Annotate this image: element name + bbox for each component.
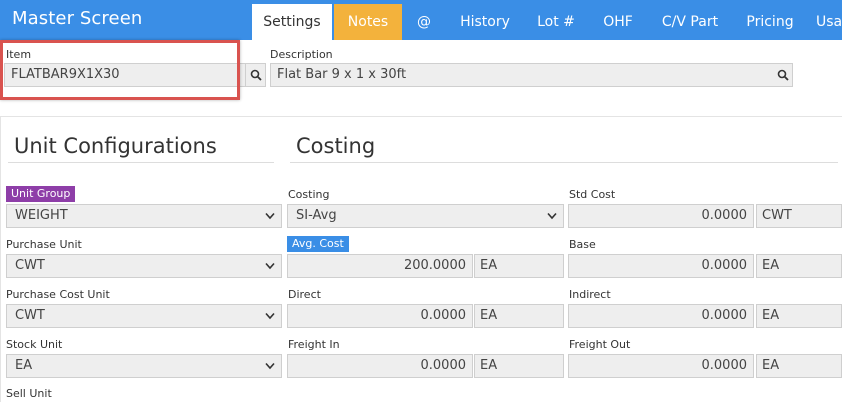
- chevron-down-icon: [265, 262, 275, 270]
- freight-out-input[interactable]: 0.0000: [568, 354, 754, 378]
- tab-cv-part[interactable]: C/V Part: [652, 4, 728, 40]
- freight-out-unit: EA: [756, 354, 842, 378]
- description-label: Description: [270, 48, 333, 61]
- unit-group-label: Unit Group: [6, 186, 76, 202]
- indirect-input[interactable]: 0.0000: [568, 304, 754, 328]
- chevron-down-icon: [265, 312, 275, 320]
- base-input[interactable]: 0.0000: [568, 254, 754, 278]
- base-label: Base: [569, 238, 596, 251]
- stock-unit-select[interactable]: EA: [6, 354, 282, 378]
- chevron-down-icon: [265, 362, 275, 370]
- avg-cost-input[interactable]: 200.0000: [287, 254, 473, 278]
- unit-configurations-heading: Unit Configurations: [14, 134, 217, 158]
- unit-group-select[interactable]: WEIGHT: [6, 204, 282, 228]
- indirect-label: Indirect: [569, 288, 611, 301]
- base-unit: EA: [756, 254, 842, 278]
- indirect-unit: EA: [756, 304, 842, 328]
- freight-in-unit: EA: [474, 354, 564, 378]
- stock-unit-label: Stock Unit: [6, 338, 63, 351]
- search-icon: [777, 69, 789, 81]
- avg-cost-unit: EA: [474, 254, 564, 278]
- tab-at[interactable]: @: [404, 4, 444, 40]
- freight-in-label: Freight In: [288, 338, 340, 351]
- std-cost-label: Std Cost: [569, 188, 616, 201]
- description-search-button[interactable]: [773, 63, 793, 87]
- purchase-cost-unit-label: Purchase Cost Unit: [6, 288, 110, 301]
- tab-pricing[interactable]: Pricing: [738, 4, 802, 40]
- purchase-cost-unit-value: CWT: [15, 308, 45, 323]
- unit-configurations-rule: [8, 162, 274, 163]
- direct-unit: EA: [474, 304, 564, 328]
- item-highlight-box: [0, 40, 240, 100]
- costing-heading: Costing: [296, 134, 376, 158]
- section-divider: [0, 116, 842, 117]
- tab-settings[interactable]: Settings: [252, 4, 332, 40]
- std-cost-input[interactable]: 0.0000: [568, 204, 754, 228]
- costing-value: SI-Avg: [296, 208, 337, 223]
- search-icon: [250, 69, 262, 81]
- tab-notes[interactable]: Notes: [334, 4, 402, 40]
- purchase-unit-select[interactable]: CWT: [6, 254, 282, 278]
- tab-usage[interactable]: Usa: [816, 4, 842, 40]
- costing-rule: [290, 162, 838, 163]
- tab-history[interactable]: History: [450, 4, 520, 40]
- chevron-down-icon: [547, 212, 557, 220]
- app-title: Master Screen: [12, 8, 143, 29]
- costing-label: Costing: [288, 188, 330, 201]
- description-input[interactable]: Flat Bar 9 x 1 x 30ft: [270, 63, 774, 87]
- costing-select[interactable]: SI-Avg: [287, 204, 564, 228]
- freight-out-label: Freight Out: [569, 338, 631, 351]
- freight-in-input[interactable]: 0.0000: [287, 354, 473, 378]
- tab-lot[interactable]: Lot #: [526, 4, 586, 40]
- purchase-unit-label: Purchase Unit: [6, 238, 82, 251]
- top-nav-bar: Master Screen Settings Notes @ History L…: [0, 0, 842, 40]
- direct-input[interactable]: 0.0000: [287, 304, 473, 328]
- unit-group-value: WEIGHT: [15, 208, 68, 223]
- stock-unit-value: EA: [15, 358, 33, 373]
- tab-ohf[interactable]: OHF: [594, 4, 642, 40]
- panel-left-border: [0, 116, 1, 402]
- std-cost-unit: CWT: [756, 204, 842, 228]
- sell-unit-label: Sell Unit: [6, 387, 52, 400]
- item-search-button[interactable]: [246, 63, 266, 87]
- avg-cost-label: Avg. Cost: [287, 236, 349, 252]
- purchase-unit-value: CWT: [15, 258, 45, 273]
- purchase-cost-unit-select[interactable]: CWT: [6, 304, 282, 328]
- direct-label: Direct: [288, 288, 321, 301]
- chevron-down-icon: [265, 212, 275, 220]
